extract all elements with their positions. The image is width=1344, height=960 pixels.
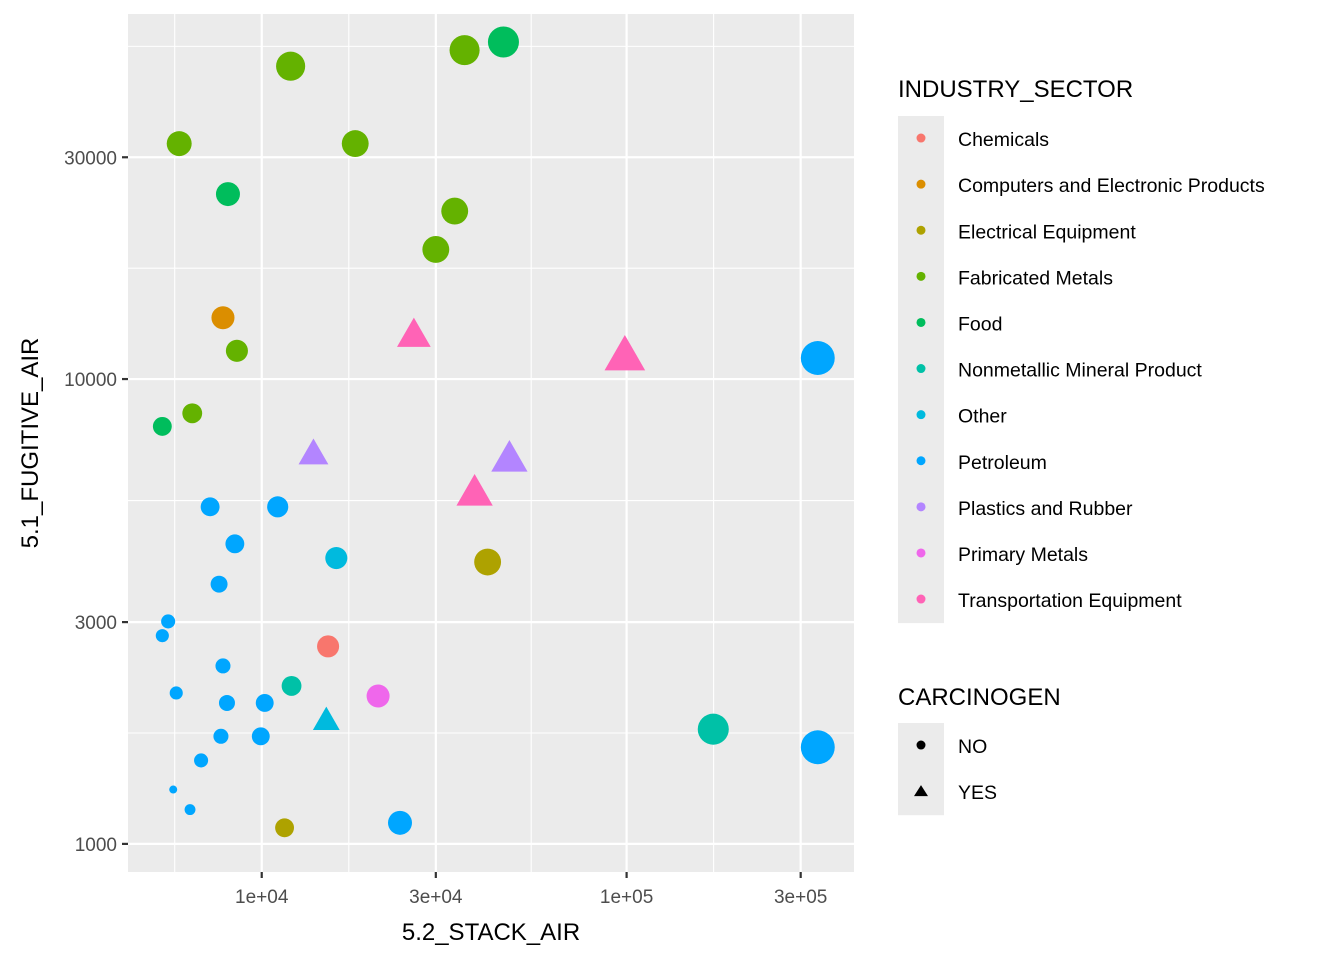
legend-label: Primary Metals — [958, 544, 1088, 566]
legend-label: Transportation Equipment — [958, 590, 1182, 612]
x-tick-label: 1e+05 — [600, 887, 653, 908]
point-petroleum-circle — [215, 658, 231, 674]
legend-label: Food — [958, 313, 1002, 335]
x-axis-title: 5.2_STACK_AIR — [402, 919, 580, 946]
legend-key-dot — [916, 548, 926, 558]
legend-label: Fabricated Metals — [958, 267, 1113, 289]
point-petroleum-circle — [161, 614, 176, 629]
legend-carcinogen: CARCINOGEN NO YES — [898, 684, 1061, 816]
legend-label: Nonmetallic Mineral Product — [958, 360, 1202, 382]
x-axis: 1e+04 3e+04 1e+05 3e+05 — [235, 872, 827, 908]
point-petroleum-circle — [169, 686, 183, 700]
legend-key-dot — [916, 410, 926, 420]
y-tick-label: 3000 — [75, 613, 117, 634]
y-tick-label: 1000 — [75, 835, 117, 856]
point-petroleum-circle — [194, 753, 209, 768]
legend-label: Petroleum — [958, 452, 1047, 474]
point-food-circle — [487, 26, 519, 58]
point-food-circle — [152, 416, 172, 436]
legend-label: Electrical Equipment — [958, 221, 1136, 243]
panel-background — [128, 14, 854, 872]
point-primary-metals-circle — [366, 684, 390, 708]
point-petroleum-circle — [184, 804, 196, 816]
point-fabricated-metals-circle — [166, 131, 192, 157]
point-fabricated-metals-circle — [182, 403, 203, 424]
point-petroleum-circle — [800, 730, 835, 765]
legend-circle-icon — [916, 740, 926, 750]
point-petroleum-circle — [800, 341, 835, 375]
legend-title-carcinogen: CARCINOGEN — [898, 684, 1061, 711]
legend-label: NO — [958, 736, 987, 758]
y-axis-title: 5.1_FUGITIVE_AIR — [17, 338, 44, 549]
legend-key-dot — [916, 594, 926, 604]
legend-label: YES — [958, 782, 997, 804]
y-axis: 1000 3000 10000 30000 — [64, 148, 128, 856]
point-other-circle — [325, 547, 348, 570]
x-tick-label: 1e+04 — [235, 887, 289, 908]
legend-key-background — [898, 723, 944, 816]
legend-key-dot — [916, 502, 926, 512]
x-tick-label: 3e+05 — [774, 887, 827, 908]
legend-label: Other — [958, 406, 1007, 428]
point-petroleum-circle — [251, 727, 270, 746]
point-nonmetallic-mineral-product-circle — [697, 713, 729, 745]
point-electrical-equipment-circle — [275, 818, 295, 838]
point-fabricated-metals-circle — [422, 236, 450, 263]
point-chemicals-circle — [317, 635, 340, 658]
point-petroleum-circle — [267, 496, 289, 518]
point-petroleum-circle — [255, 693, 274, 712]
legend-label: Computers and Electronic Products — [958, 175, 1265, 197]
legend-key-dot — [916, 456, 926, 466]
point-petroleum-circle — [210, 575, 228, 593]
point-petroleum-circle — [169, 785, 178, 794]
point-food-circle — [215, 182, 240, 207]
legend-label: Chemicals — [958, 129, 1049, 151]
legend-key-dot — [916, 271, 926, 281]
point-petroleum-circle — [155, 629, 169, 643]
point-petroleum-circle — [218, 694, 235, 711]
y-tick-label: 30000 — [64, 148, 117, 169]
point-petroleum-circle — [387, 810, 412, 835]
plot-panel — [128, 14, 854, 872]
point-petroleum-circle — [213, 728, 229, 744]
point-petroleum-circle — [225, 534, 245, 554]
point-computers-and-electronic-products-circle — [211, 306, 235, 330]
point-nonmetallic-mineral-product-circle — [281, 675, 302, 696]
legend-key-dot — [916, 317, 926, 327]
point-fabricated-metals-circle — [225, 339, 248, 362]
point-electrical-equipment-circle — [474, 548, 502, 576]
scatter-chart: 1e+04 3e+04 1e+05 3e+05 100030001000030000 … — [17, 14, 1265, 946]
point-fabricated-metals-circle — [441, 197, 469, 225]
legend-key-dot — [916, 133, 926, 143]
point-fabricated-metals-circle — [341, 130, 369, 158]
legend-label: Plastics and Rubber — [958, 498, 1133, 520]
y-tick-label: 10000 — [64, 370, 117, 391]
point-fabricated-metals-circle — [449, 35, 480, 66]
legend-industry-sector: INDUSTRY_SECTOR Chemicals Computers and E… — [898, 76, 1265, 624]
legend-title-industry-sector: INDUSTRY_SECTOR — [898, 76, 1133, 103]
x-tick-label: 3e+04 — [409, 887, 463, 908]
legend-key-dot — [916, 225, 926, 235]
legend-key-dot — [916, 179, 926, 189]
legend-key-dot — [916, 364, 926, 374]
point-petroleum-circle — [200, 497, 220, 517]
point-fabricated-metals-circle — [276, 51, 306, 81]
